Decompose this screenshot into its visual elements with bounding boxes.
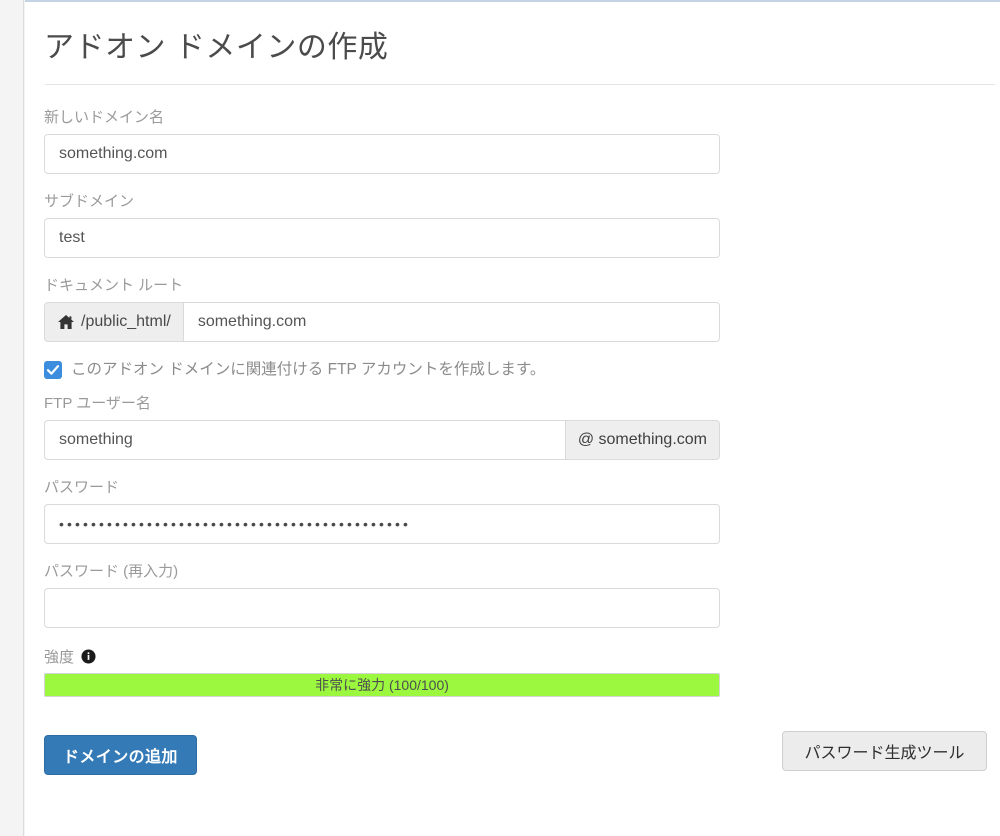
ftp-user-suffix: @ something.com [564, 420, 720, 460]
field-document-root: ドキュメント ルート /public_html/ [44, 276, 994, 342]
strength-label-row: 強度 [44, 646, 994, 667]
page-title: アドオン ドメインの作成 [44, 31, 389, 64]
create-ftp-account-row[interactable]: このアドオン ドメインに関連付ける FTP アカウントを作成します。 [44, 360, 994, 380]
field-strength: 強度 非常に強力 (100/100) [44, 646, 994, 697]
password-generator-button[interactable]: パスワード生成ツール [782, 731, 987, 771]
password-masked-value: ••••••••••••••••••••••••••••••••••••••••… [59, 516, 412, 532]
addon-domain-form: 新しいドメイン名 サブドメイン ドキュメント ルート [44, 108, 994, 775]
field-password-confirm: パスワード (再入力) [44, 562, 994, 628]
title-divider [45, 84, 995, 85]
field-ftp-user: FTP ユーザー名 @ something.com [44, 394, 994, 460]
document-root-group: /public_html/ [44, 302, 720, 342]
addon-domain-page: アドオン ドメインの作成 新しいドメイン名 サブドメイン ドキュメント ルート [0, 0, 1000, 836]
create-ftp-account-checkbox[interactable] [44, 361, 62, 379]
password-confirm-input[interactable] [44, 588, 720, 628]
info-icon[interactable] [81, 649, 96, 664]
subdomain-input[interactable] [44, 218, 720, 258]
document-root-input[interactable] [183, 302, 720, 342]
content-pane: アドオン ドメインの作成 新しいドメイン名 サブドメイン ドキュメント ルート [25, 0, 1000, 836]
password-strength-text: 非常に強力 (100/100) [315, 677, 449, 693]
add-domain-button[interactable]: ドメインの追加 [44, 735, 197, 775]
password-input[interactable]: ••••••••••••••••••••••••••••••••••••••••… [44, 504, 720, 544]
field-subdomain: サブドメイン [44, 192, 994, 258]
create-ftp-account-label: このアドオン ドメインに関連付ける FTP アカウントを作成します。 [71, 361, 546, 378]
left-gutter [0, 0, 24, 836]
subdomain-label: サブドメイン [44, 193, 135, 210]
new-domain-label: 新しいドメイン名 [44, 109, 165, 126]
ftp-user-group: @ something.com [44, 420, 720, 460]
field-new-domain: 新しいドメイン名 [44, 108, 994, 174]
ftp-user-input[interactable] [44, 420, 565, 460]
document-root-prefix: /public_html/ [44, 302, 184, 342]
ftp-user-label: FTP ユーザー名 [44, 395, 151, 412]
new-domain-input[interactable] [44, 134, 720, 174]
document-root-label: ドキュメント ルート [44, 277, 184, 294]
document-root-prefix-text: /public_html/ [81, 313, 171, 330]
home-icon [57, 314, 75, 330]
password-confirm-label: パスワード (再入力) [44, 563, 179, 580]
strength-label: 強度 [44, 649, 75, 666]
password-strength-bar: 非常に強力 (100/100) [44, 673, 720, 697]
field-password: パスワード ••••••••••••••••••••••••••••••••••… [44, 478, 994, 544]
password-label: パスワード [44, 479, 120, 496]
